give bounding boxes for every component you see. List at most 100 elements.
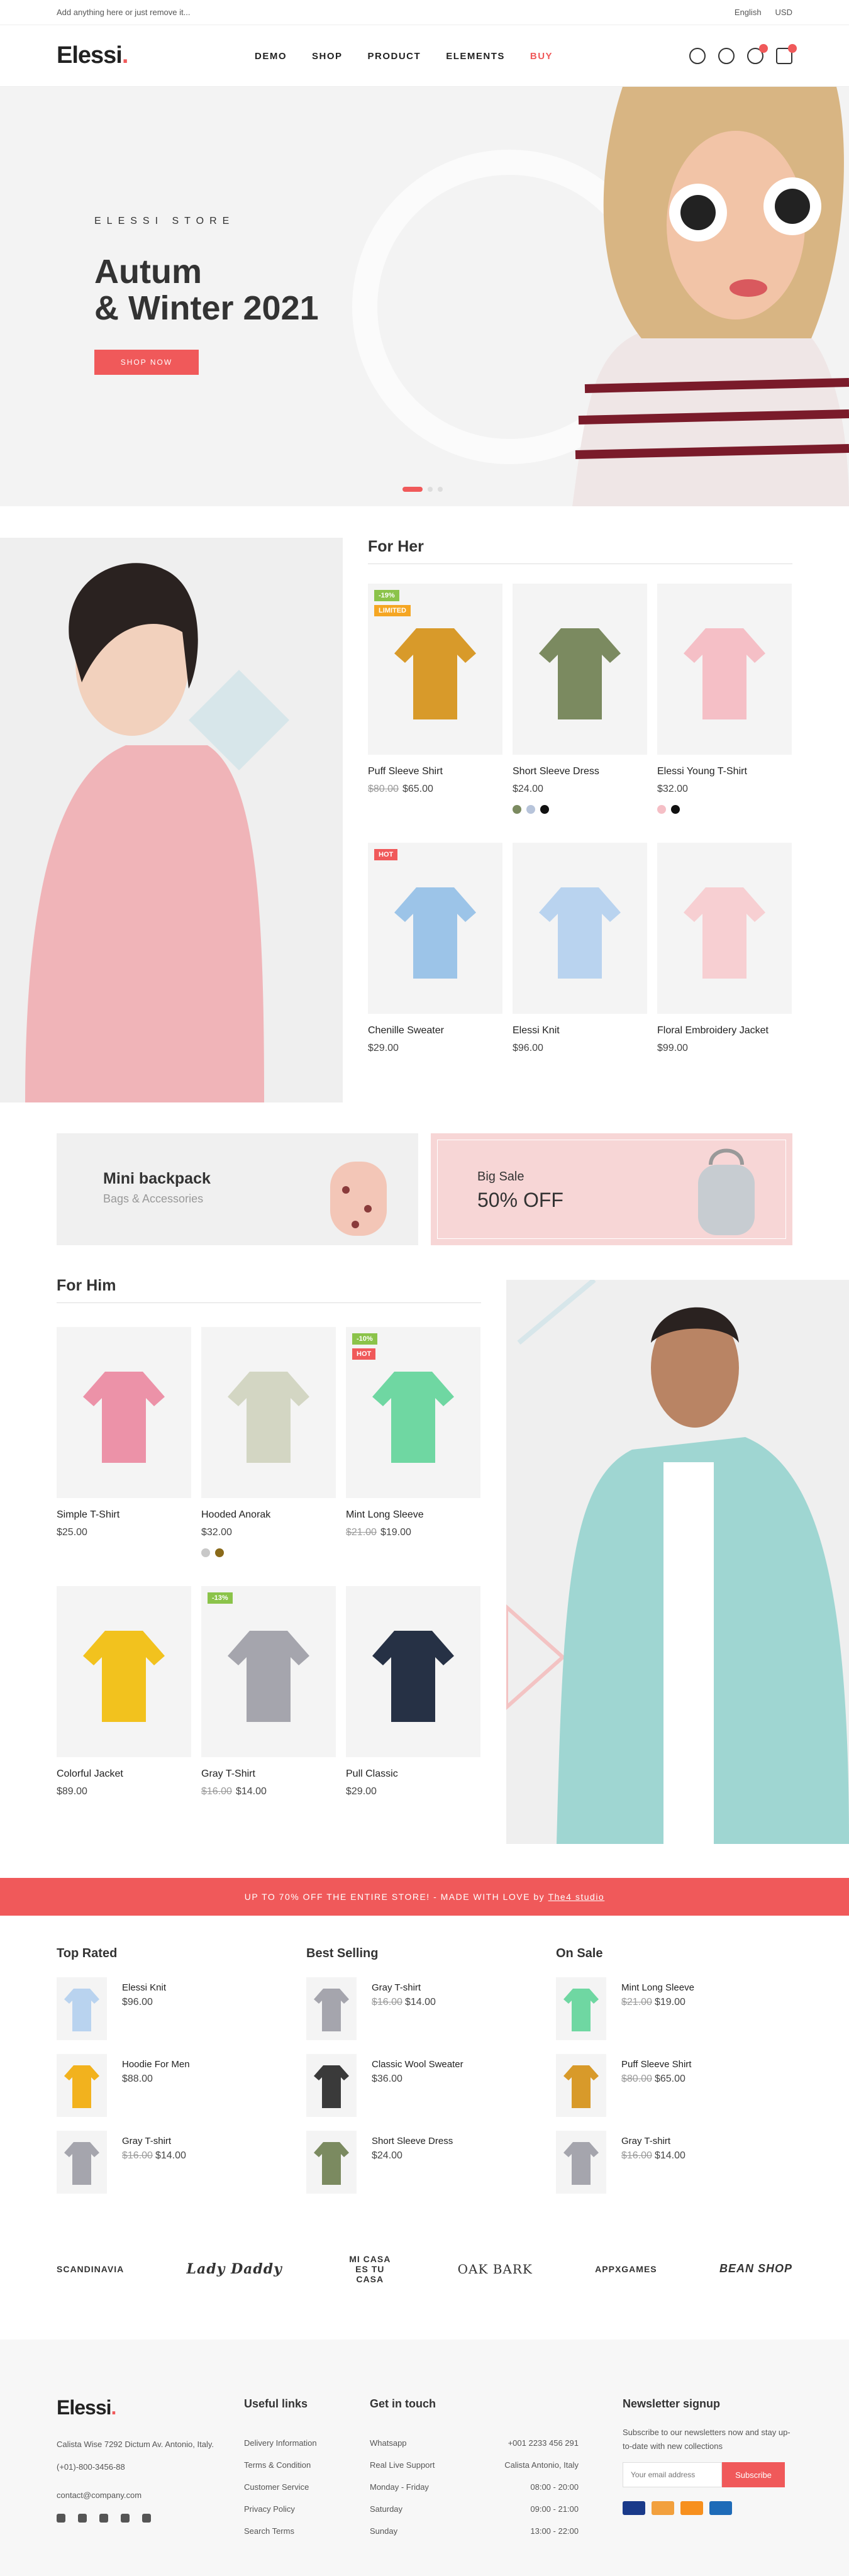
instagram-icon[interactable] bbox=[99, 2514, 108, 2523]
product-image[interactable] bbox=[513, 843, 647, 1014]
product-name[interactable]: Chenille Sweater bbox=[368, 1025, 502, 1036]
currency-select[interactable]: USD bbox=[775, 8, 792, 17]
product-image[interactable] bbox=[201, 1327, 336, 1498]
nav-demo[interactable]: DEMO bbox=[255, 51, 287, 62]
color-swatch[interactable] bbox=[657, 805, 666, 814]
nav-product[interactable]: PRODUCT bbox=[368, 51, 421, 62]
color-swatch[interactable] bbox=[201, 1548, 210, 1557]
color-swatch[interactable] bbox=[540, 805, 549, 814]
list-item[interactable]: Puff Sleeve Shirt $80.00 $65.00 bbox=[556, 2054, 789, 2131]
brand-lady-daddy[interactable]: Lady Daddy bbox=[187, 2261, 282, 2277]
list-item[interactable]: Gray T-shirt $16.00 $14.00 bbox=[57, 2131, 289, 2207]
product-name[interactable]: Elessi Young T-Shirt bbox=[657, 766, 792, 777]
footer-link[interactable]: Delivery Information bbox=[244, 2432, 357, 2454]
list-item[interactable]: Hoodie For Men $88.00 bbox=[57, 2054, 289, 2131]
list-item[interactable]: Gray T-shirt $16.00 $14.00 bbox=[556, 2131, 789, 2207]
brand-oak-bark[interactable]: OAK BARK bbox=[458, 2262, 533, 2277]
list-item-image[interactable] bbox=[556, 1977, 606, 2040]
product-name[interactable]: Elessi Knit bbox=[513, 1025, 647, 1036]
list-item-name[interactable]: Hoodie For Men bbox=[122, 2059, 190, 2070]
list-item-name[interactable]: Classic Wool Sweater bbox=[372, 2059, 463, 2070]
list-item-name[interactable]: Mint Long Sleeve bbox=[621, 1982, 694, 1993]
product-card[interactable]: Simple T-Shirt $25.00 bbox=[57, 1327, 191, 1538]
list-item-image[interactable] bbox=[306, 2054, 357, 2117]
product-card[interactable]: Hooded Anorak $32.00 bbox=[201, 1327, 336, 1557]
list-item-name[interactable]: Short Sleeve Dress bbox=[372, 2136, 453, 2146]
product-name[interactable]: Mint Long Sleeve bbox=[346, 1509, 480, 1521]
shop-now-button[interactable]: SHOP NOW bbox=[94, 350, 199, 375]
product-card[interactable]: Short Sleeve Dress $24.00 bbox=[513, 584, 647, 814]
product-image[interactable] bbox=[57, 1586, 191, 1757]
list-item-name[interactable]: Gray T-shirt bbox=[122, 2136, 186, 2146]
product-card[interactable]: -19% LIMITED Puff Sleeve Shirt $80.00 $65.00 bbox=[368, 584, 502, 795]
product-name[interactable]: Colorful Jacket bbox=[57, 1768, 191, 1780]
product-card[interactable]: -13% Gray T-Shirt $16.00 $14.00 bbox=[201, 1586, 336, 1797]
big-sale-banner[interactable]: Big Sale 50% OFF bbox=[431, 1133, 792, 1245]
brand-mi-casa[interactable]: MI CASA ES TU CASA bbox=[345, 2254, 395, 2284]
product-name[interactable]: Short Sleeve Dress bbox=[513, 766, 647, 777]
tiktok-icon[interactable] bbox=[142, 2514, 151, 2523]
footer-logo[interactable]: Elessi bbox=[57, 2396, 112, 2419]
product-card[interactable]: -10% HOT Mint Long Sleeve $21.00 $19.00 bbox=[346, 1327, 480, 1538]
product-image[interactable]: -10% HOT bbox=[346, 1327, 480, 1498]
language-select[interactable]: English bbox=[735, 8, 762, 17]
product-name[interactable]: Simple T-Shirt bbox=[57, 1509, 191, 1521]
brand-scandinavia[interactable]: SCANDINAVIA bbox=[57, 2264, 124, 2274]
list-item-name[interactable]: Puff Sleeve Shirt bbox=[621, 2059, 691, 2070]
product-name[interactable]: Hooded Anorak bbox=[201, 1509, 336, 1521]
list-item-image[interactable] bbox=[57, 1977, 107, 2040]
product-image[interactable] bbox=[657, 584, 792, 755]
footer-link[interactable]: Privacy Policy bbox=[244, 2498, 357, 2520]
logo[interactable]: Elessi. bbox=[57, 42, 128, 69]
product-name[interactable]: Gray T-Shirt bbox=[201, 1768, 336, 1780]
list-item[interactable]: Classic Wool Sweater $36.00 bbox=[306, 2054, 539, 2131]
search-icon[interactable] bbox=[689, 48, 706, 64]
brand-appxgames[interactable]: APPXGAMES bbox=[595, 2264, 657, 2274]
product-image[interactable] bbox=[57, 1327, 191, 1498]
nav-shop[interactable]: SHOP bbox=[312, 51, 343, 62]
facebook-icon[interactable] bbox=[57, 2514, 65, 2523]
list-item-image[interactable] bbox=[57, 2054, 107, 2117]
color-swatch[interactable] bbox=[215, 1548, 224, 1557]
footer-link[interactable]: Search Terms bbox=[244, 2520, 357, 2542]
color-swatch[interactable] bbox=[526, 805, 535, 814]
pinterest-icon[interactable] bbox=[121, 2514, 130, 2523]
nav-elements[interactable]: ELEMENTS bbox=[446, 51, 505, 62]
list-item[interactable]: Short Sleeve Dress $24.00 bbox=[306, 2131, 539, 2207]
product-image[interactable]: -13% bbox=[201, 1586, 336, 1757]
list-item-image[interactable] bbox=[556, 2131, 606, 2194]
product-card[interactable]: HOT Chenille Sweater $29.00 bbox=[368, 843, 502, 1054]
brand-bean-shop[interactable]: BEAN SHOP bbox=[719, 2262, 792, 2275]
subscribe-button[interactable]: Subscribe bbox=[722, 2462, 785, 2487]
product-image[interactable]: -19% LIMITED bbox=[368, 584, 502, 755]
footer-link[interactable]: Customer Service bbox=[244, 2476, 357, 2498]
list-item-image[interactable] bbox=[556, 2054, 606, 2117]
product-image[interactable] bbox=[513, 584, 647, 755]
list-item[interactable]: Elessi Knit $96.00 bbox=[57, 1977, 289, 2054]
product-name[interactable]: Floral Embroidery Jacket bbox=[657, 1025, 792, 1036]
hero-slider-dots[interactable] bbox=[402, 487, 443, 492]
list-item[interactable]: Gray T-shirt $16.00 $14.00 bbox=[306, 1977, 539, 2054]
mini-backpack-banner[interactable]: Mini backpack Bags & Accessories bbox=[57, 1133, 418, 1245]
product-name[interactable]: Pull Classic bbox=[346, 1768, 480, 1780]
list-item[interactable]: Mint Long Sleeve $21.00 $19.00 bbox=[556, 1977, 789, 2054]
newsletter-email-input[interactable] bbox=[623, 2462, 722, 2487]
color-swatch[interactable] bbox=[671, 805, 680, 814]
strip-link[interactable]: The4 studio bbox=[548, 1892, 605, 1902]
product-card[interactable]: Floral Embroidery Jacket $99.00 bbox=[657, 843, 792, 1054]
list-item-name[interactable]: Gray T-shirt bbox=[621, 2136, 685, 2146]
list-item-image[interactable] bbox=[57, 2131, 107, 2194]
wishlist-icon[interactable] bbox=[747, 44, 768, 64]
cart-icon[interactable] bbox=[776, 44, 797, 64]
list-item-image[interactable] bbox=[306, 2131, 357, 2194]
product-image[interactable] bbox=[657, 843, 792, 1014]
list-item-name[interactable]: Gray T-shirt bbox=[372, 1982, 436, 1993]
product-image[interactable]: HOT bbox=[368, 843, 502, 1014]
footer-link[interactable]: Terms & Condition bbox=[244, 2454, 357, 2476]
user-icon[interactable] bbox=[718, 48, 735, 64]
color-swatch[interactable] bbox=[513, 805, 521, 814]
list-item-name[interactable]: Elessi Knit bbox=[122, 1982, 166, 1993]
product-card[interactable]: Elessi Young T-Shirt $32.00 bbox=[657, 584, 792, 814]
list-item-image[interactable] bbox=[306, 1977, 357, 2040]
nav-buy[interactable]: BUY bbox=[530, 51, 553, 62]
